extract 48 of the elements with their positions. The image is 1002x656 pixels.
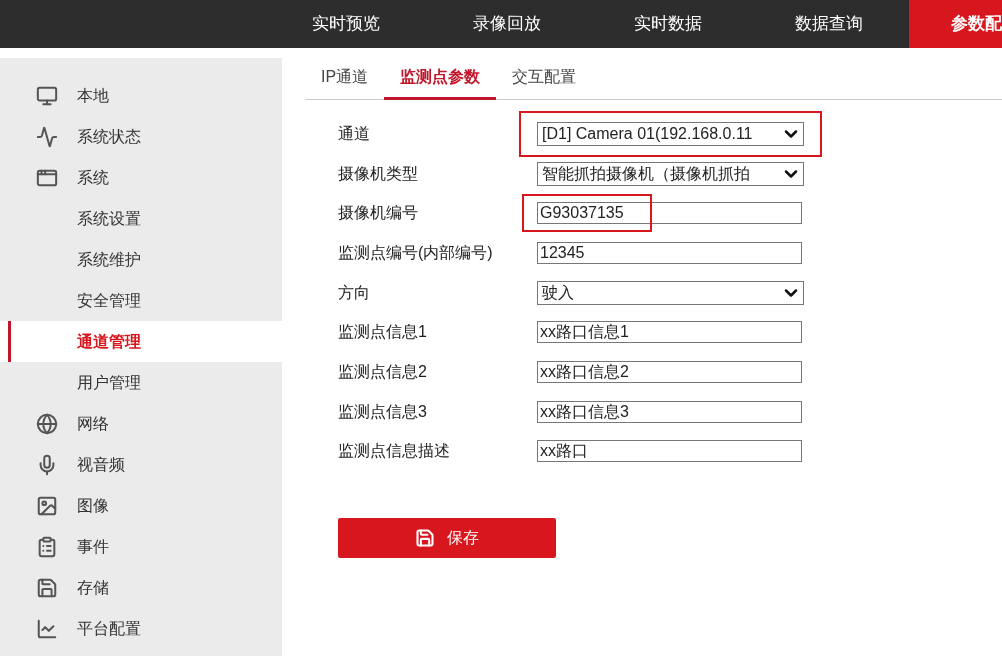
field-label: 摄像机类型: [338, 163, 419, 184]
sidebar-item[interactable]: 用户管理: [0, 362, 282, 403]
input-field[interactable]: xx路口信息3: [537, 400, 802, 423]
tab[interactable]: IP通道: [307, 56, 385, 100]
sidebar-item[interactable]: 通道管理: [0, 321, 282, 362]
save-button[interactable]: 保存: [338, 518, 556, 559]
sidebar-item[interactable]: 本地: [0, 75, 282, 116]
input-field[interactable]: 12345: [537, 241, 802, 264]
sidebar-item[interactable]: 安全管理: [0, 280, 282, 321]
dropdown[interactable]: 驶入: [537, 280, 804, 305]
input-field[interactable]: xx路口信息2: [537, 360, 802, 383]
field-label: 监测点信息3: [338, 401, 428, 422]
dropdown[interactable]: [D1] Camera 01(192.168.0.11: [537, 121, 804, 146]
tab[interactable]: 监测点参数: [384, 56, 497, 100]
nav-tab[interactable]: 录像回放: [426, 0, 587, 48]
field-label: 监测点信息描述: [338, 441, 451, 462]
image-icon: [35, 494, 58, 517]
sidebar-item[interactable]: 系统状态: [0, 116, 282, 157]
sidebar-item[interactable]: 网络: [0, 403, 282, 444]
input-field[interactable]: G93037135: [537, 202, 802, 225]
nav-tab[interactable]: 实时预览: [265, 0, 426, 48]
field-label: 监测点信息2: [338, 361, 428, 382]
nav-tab[interactable]: 实时数据: [587, 0, 748, 48]
field-label: 监测点编号(内部编号): [338, 242, 494, 263]
save-icon: [415, 528, 435, 549]
monitor-icon: [35, 84, 58, 107]
sidebar-item[interactable]: 视音频: [0, 444, 282, 485]
nav-tab[interactable]: 参数配: [909, 0, 1002, 48]
sidebar-item[interactable]: 事件: [0, 526, 282, 567]
sidebar-item[interactable]: 存储: [0, 567, 282, 608]
field-label: 方向: [338, 282, 371, 303]
tab[interactable]: 交互配置: [496, 56, 593, 100]
input-field[interactable]: xx路口信息1: [537, 321, 802, 344]
field-label: 通道: [338, 123, 371, 144]
sidebar-item[interactable]: 系统: [0, 157, 282, 198]
field-label: 监测点信息1: [338, 322, 428, 343]
pulse-icon: [35, 125, 58, 148]
globe-icon: [35, 412, 58, 435]
dropdown[interactable]: 智能抓拍摄像机（摄像机抓拍: [537, 161, 804, 186]
chart-icon: [35, 617, 58, 640]
sidebar-item[interactable]: 图像: [0, 485, 282, 526]
sidebar-item[interactable]: 平台配置: [0, 608, 282, 649]
sidebar-item[interactable]: 系统设置: [0, 198, 282, 239]
save-icon: [35, 576, 58, 599]
field-label: 摄像机编号: [338, 203, 419, 224]
nav-tab[interactable]: 数据查询: [748, 0, 909, 48]
sidebar-item[interactable]: 系统维护: [0, 239, 282, 280]
input-field[interactable]: xx路口: [537, 440, 802, 463]
